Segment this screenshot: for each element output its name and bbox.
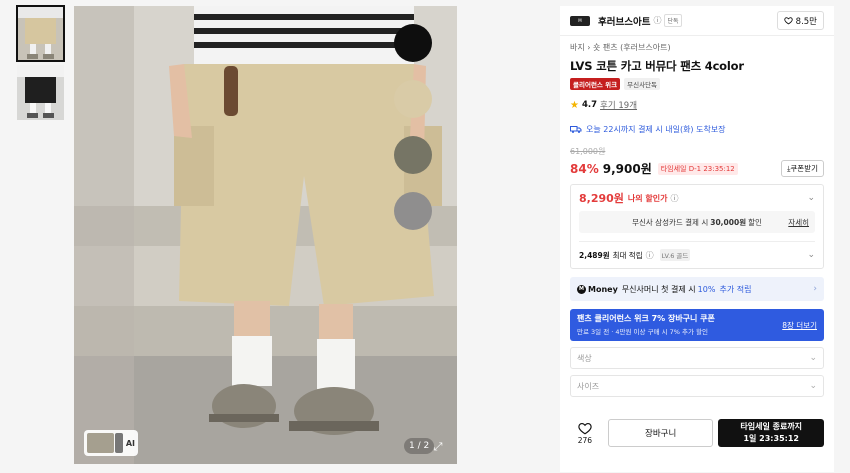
brand-logo[interactable]: M bbox=[570, 15, 590, 26]
timesale-badge: 타임세일 D-1 23:35:12 bbox=[657, 162, 738, 175]
chevron-down-icon: ⌄ bbox=[807, 193, 815, 203]
brand-row: M 후러브스아트 ⓘ 단독 8.5만 bbox=[560, 6, 834, 36]
swatch-khaki[interactable] bbox=[394, 136, 432, 174]
card-text-post: 할인 bbox=[748, 217, 762, 227]
points-amount: 2,489원 bbox=[579, 250, 610, 260]
coupon-banner-subtitle: 만료 3일 전 · 4만원 이상 구매 시 7% 추가 할인 bbox=[577, 328, 709, 336]
cart-coupon-banner[interactable]: 팬츠 클리어런스 위크 7% 장바구니 쿠폰 만료 3일 전 · 4만원 이상 … bbox=[570, 309, 824, 341]
info-icon[interactable]: ⓘ bbox=[671, 193, 679, 204]
shipping-info: 오늘 22시까지 결제 시 내일(화) 도착보장 bbox=[570, 124, 824, 135]
heart-icon bbox=[578, 422, 592, 434]
color-swatch-list bbox=[394, 24, 432, 248]
money-text-highlight: 10% bbox=[697, 284, 716, 294]
coupon-more-link[interactable]: 8장 더보기 bbox=[782, 320, 817, 331]
card-discount-row: 무신사 삼성카드 결제 시 30,000원 할인 자세히 bbox=[579, 211, 815, 233]
points-row[interactable]: 2,489원 최대 적립 ⓘ LV.6 골드 ⌄ bbox=[571, 242, 823, 268]
exclusive-tag: 무신사단독 bbox=[624, 78, 661, 90]
truck-icon bbox=[570, 126, 582, 133]
coupon-banner-title: 팬츠 클리어런스 위크 7% 장바구니 쿠폰 bbox=[577, 314, 715, 323]
chevron-right-icon: › bbox=[813, 284, 817, 294]
ai-thumbnail-2 bbox=[115, 433, 123, 453]
money-logo: M Money bbox=[577, 284, 618, 294]
level-badge: LV.6 골드 bbox=[659, 249, 691, 261]
my-price-label: 나의 할인가 bbox=[627, 193, 668, 203]
review-link[interactable]: 후기 19개 bbox=[600, 99, 637, 111]
action-bar: 276 장바구니 타임세일 종료까지 1일 23:35:12 bbox=[570, 419, 824, 447]
size-select-placeholder: 사이즈 bbox=[577, 381, 600, 391]
breadcrumb[interactable]: 바지 › 숏 팬츠 (후러브스아트) bbox=[570, 42, 824, 53]
color-select-placeholder: 색상 bbox=[577, 353, 592, 363]
rating-value: 4.7 bbox=[581, 100, 598, 110]
rating-row: ★ 4.7 후기 19개 bbox=[570, 99, 824, 112]
ai-thumbnail bbox=[87, 433, 115, 453]
info-icon[interactable]: ⓘ bbox=[653, 15, 661, 26]
musinsa-money-banner[interactable]: M Money 무신사머니 첫 결제 시 10% 추가 적립 › bbox=[570, 277, 824, 301]
brand-name[interactable]: 후러브스아트 bbox=[598, 14, 650, 28]
my-price: 8,290원 bbox=[579, 192, 624, 205]
wishlist-button[interactable]: 276 bbox=[570, 422, 600, 445]
buy-button[interactable]: 타임세일 종료까지 1일 23:35:12 bbox=[718, 419, 824, 447]
ai-styling-chip[interactable]: AI bbox=[84, 430, 138, 456]
buy-button-line2: 1일 23:35:12 bbox=[743, 434, 799, 443]
info-icon[interactable]: ⓘ bbox=[646, 250, 654, 261]
product-info-panel: M 후러브스아트 ⓘ 단독 8.5만 바지 › 숏 팬츠 (후러브스아트) LV… bbox=[560, 6, 834, 472]
thumbnail-beige[interactable] bbox=[16, 5, 65, 62]
money-text-post: 추가 적립 bbox=[719, 284, 752, 294]
chevron-down-icon: ⌄ bbox=[807, 250, 815, 260]
original-price: 61,000원 bbox=[570, 147, 606, 156]
money-text-pre: 무신사머니 첫 결제 시 bbox=[621, 284, 696, 294]
chevron-down-icon: ⌄ bbox=[809, 381, 817, 391]
add-to-cart-button[interactable]: 장바구니 bbox=[607, 419, 714, 447]
points-label: 최대 적립 bbox=[612, 250, 643, 260]
swatch-beige[interactable] bbox=[394, 80, 432, 118]
coupon-button[interactable]: ⤓쿠폰받기 bbox=[781, 160, 824, 177]
chevron-down-icon: ⌄ bbox=[809, 353, 817, 363]
image-counter: 1 / 2 bbox=[404, 438, 435, 454]
wishlist-count: 276 bbox=[577, 435, 593, 445]
benefit-box: 8,290원 나의 할인가 ⓘ ⌄ 무신사 삼성카드 결제 시 30,000원 … bbox=[570, 184, 824, 269]
color-select[interactable]: 색상 ⌄ bbox=[570, 347, 824, 369]
clearance-tag: 클리어런스 위크 bbox=[570, 78, 621, 90]
brand-like-count: 8.5만 bbox=[795, 16, 817, 27]
swatch-black[interactable] bbox=[394, 24, 432, 62]
discount-rate: 84% bbox=[570, 161, 599, 176]
card-text-amount: 30,000원 bbox=[710, 217, 747, 227]
expand-icon[interactable]: ⤢ bbox=[431, 440, 445, 454]
size-select[interactable]: 사이즈 ⌄ bbox=[570, 375, 824, 397]
coupon-button-label: 쿠폰받기 bbox=[790, 164, 818, 173]
swatch-grey[interactable] bbox=[394, 192, 432, 230]
star-icon: ★ bbox=[570, 99, 579, 111]
sale-price: 9,900원 bbox=[602, 162, 652, 176]
thumbnail-black[interactable] bbox=[17, 65, 64, 120]
my-price-row[interactable]: 8,290원 나의 할인가 ⓘ ⌄ bbox=[571, 185, 823, 211]
product-title: LVS 코튼 카고 버뮤다 팬츠 4color bbox=[570, 59, 744, 73]
shipping-text: 오늘 22시까지 결제 시 내일(화) 도착보장 bbox=[586, 125, 726, 134]
brand-like-button[interactable]: 8.5만 bbox=[776, 11, 824, 30]
card-text-pre: 무신사 삼성카드 결제 시 bbox=[632, 217, 709, 227]
card-detail-link[interactable]: 자세히 bbox=[788, 217, 809, 228]
heart-icon bbox=[784, 17, 793, 25]
thumbnail-list bbox=[16, 5, 65, 124]
money-logo-text: Money bbox=[588, 284, 618, 294]
buy-button-line1: 타임세일 종료까지 bbox=[740, 422, 803, 431]
ai-label: AI bbox=[125, 438, 135, 448]
exclusive-badge: 단독 bbox=[664, 14, 682, 27]
